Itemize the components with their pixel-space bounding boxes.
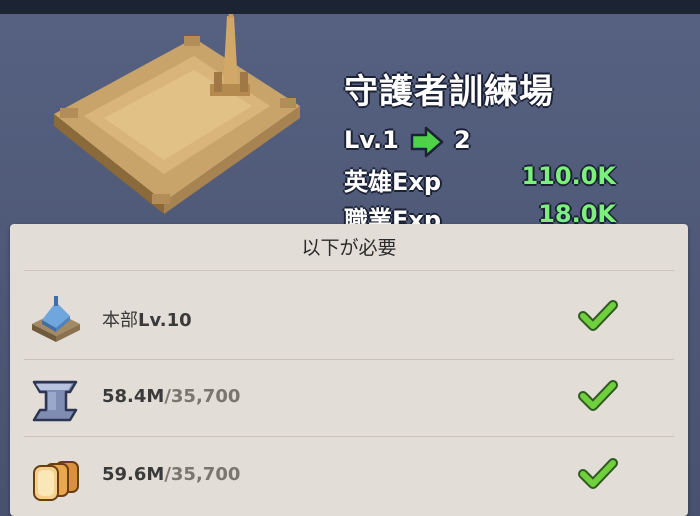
requirement-level: Lv.10 [138,310,192,331]
level-from: Lv.1 [344,126,399,154]
requirements-header: 以下が必要 [301,237,397,259]
building-upgrade-panel: 守護者訓練場 Lv.1 2 英雄Exp 110.0K 職業Exp 18.0K 以… [0,14,700,516]
hero-exp-label: 英雄Exp [344,168,442,196]
requirement-name: 本部 [102,310,138,331]
resource-owned: 59.6M [102,464,165,485]
bread-loaf-icon [33,461,79,501]
green-right-arrow-icon [410,126,444,158]
requirement-text: 本部Lv.10 [102,306,192,332]
requirement-row-food: 59.6M/35,700 [10,438,688,516]
building-title: 守護者訓練場 [344,72,554,112]
requirement-text: 59.6M/35,700 [102,464,240,485]
top-bar [0,0,700,14]
headquarters-building-icon [32,296,80,342]
requirement-text: 58.4M/35,700 [102,386,240,407]
hero-exp-value: 110.0K [521,162,616,190]
divider [24,436,674,437]
checkmark-icon [578,380,618,411]
requirement-row-headquarters: 本部Lv.10 [10,280,688,358]
divider [24,270,674,271]
checkmark-icon [578,300,618,331]
resource-owned: 58.4M [102,386,165,407]
resource-required: /35,700 [164,464,241,485]
iron-ingot-icon [32,380,78,422]
level-to: 2 [454,126,471,154]
guardian-training-ground-image [54,14,300,214]
requirements-card: 以下が必要 本部Lv.10 58.4M/35,700 59.6M/35,700 [10,224,688,516]
requirement-row-iron: 58.4M/35,700 [10,360,688,438]
checkmark-icon [578,458,618,489]
resource-required: /35,700 [164,386,241,407]
